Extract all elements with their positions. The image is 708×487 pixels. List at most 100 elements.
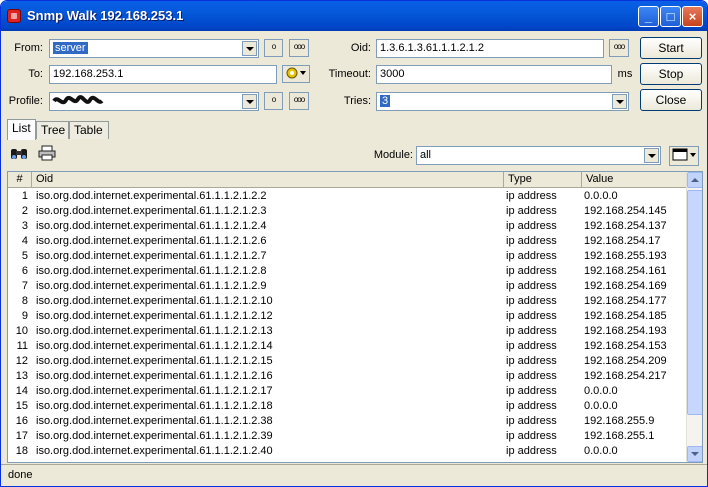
row-value: 192.168.254.169 <box>584 280 667 292</box>
row-type: ip address <box>506 235 557 247</box>
row-type: ip address <box>506 415 557 427</box>
columns-icon <box>672 148 696 161</box>
tab-tree[interactable]: Tree <box>36 121 69 139</box>
col-header-oid[interactable]: Oid <box>32 172 504 188</box>
close-window-button[interactable]: × <box>682 6 703 27</box>
row-value: 192.168.255.193 <box>584 250 667 262</box>
to-input[interactable]: 192.168.253.1 <box>49 65 277 84</box>
maximize-button[interactable]: □ <box>660 6 681 27</box>
table-row[interactable]: 7 iso.org.dod.internet.experimental.61.1.… <box>8 279 688 294</box>
row-index: 3 <box>21 220 28 232</box>
title-bar[interactable]: Snmp Walk 192.168.253.1 _ □ × <box>1 1 707 31</box>
table-row[interactable]: 10 iso.org.dod.internet.experimental.61.1… <box>8 324 688 339</box>
row-value: 0.0.0.0 <box>584 445 618 457</box>
row-index: 7 <box>21 280 28 292</box>
chevron-down-icon[interactable] <box>644 148 659 163</box>
row-oid: iso.org.dod.internet.experimental.61.1.1… <box>36 220 267 232</box>
row-index: 18 <box>15 445 28 457</box>
from-browse-button[interactable]: ooo <box>289 39 309 57</box>
row-value: 192.168.254.209 <box>584 355 667 367</box>
tries-label: Tries: <box>343 95 371 107</box>
row-oid: iso.org.dod.internet.experimental.61.1.1… <box>36 340 273 352</box>
col-header-type[interactable]: Type <box>504 172 582 188</box>
chevron-down-icon[interactable] <box>242 41 257 56</box>
table-row[interactable]: 2 iso.org.dod.internet.experimental.61.1.… <box>8 204 688 219</box>
row-value: 192.168.255.1 <box>584 430 655 442</box>
col-header-value[interactable]: Value <box>582 172 688 188</box>
row-value: 192.168.254.145 <box>584 205 667 217</box>
chevron-down-icon[interactable] <box>612 94 627 109</box>
row-index: 6 <box>21 265 28 277</box>
oid-input[interactable]: 1.3.6.1.3.61.1.1.2.1.2 <box>376 39 604 58</box>
start-button[interactable]: Start <box>640 37 702 59</box>
results-table[interactable]: # Oid Type Value 1 iso.org.dod.internet.e… <box>7 171 703 463</box>
minimize-button[interactable]: _ <box>638 6 659 27</box>
row-value: 192.168.254.217 <box>584 370 667 382</box>
table-row[interactable]: 4 iso.org.dod.internet.experimental.61.1.… <box>8 234 688 249</box>
table-row[interactable]: 1 iso.org.dod.internet.experimental.61.1.… <box>8 189 688 204</box>
table-row[interactable]: 16 iso.org.dod.internet.experimental.61.1… <box>8 414 688 429</box>
module-label: Module: <box>373 149 413 161</box>
print-icon[interactable] <box>37 145 57 165</box>
table-row[interactable]: 14 iso.org.dod.internet.experimental.61.1… <box>8 384 688 399</box>
stop-button[interactable]: Stop <box>640 63 702 85</box>
col-header-index[interactable]: # <box>8 172 32 188</box>
timeout-label: Timeout: <box>328 68 371 80</box>
row-oid: iso.org.dod.internet.experimental.61.1.1… <box>36 235 267 247</box>
row-oid: iso.org.dod.internet.experimental.61.1.1… <box>36 385 273 397</box>
row-oid: iso.org.dod.internet.experimental.61.1.1… <box>36 370 273 382</box>
row-type: ip address <box>506 355 557 367</box>
module-dropdown[interactable]: all <box>416 146 661 165</box>
table-row[interactable]: 18 iso.org.dod.internet.experimental.61.1… <box>8 444 688 459</box>
scroll-up-arrow[interactable] <box>687 172 702 188</box>
vertical-scrollbar[interactable] <box>686 172 702 462</box>
status-bar: done <box>1 464 707 486</box>
oid-browse-button[interactable]: ooo <box>609 39 629 57</box>
tab-table[interactable]: Table <box>69 121 109 139</box>
profile-small-button[interactable]: o <box>264 92 283 110</box>
table-row[interactable]: 3 iso.org.dod.internet.experimental.61.1.… <box>8 219 688 234</box>
row-type: ip address <box>506 205 557 217</box>
oid-label: Oid: <box>350 42 371 54</box>
row-oid: iso.org.dod.internet.experimental.61.1.1… <box>36 250 267 262</box>
profile-dropdown[interactable] <box>49 92 259 111</box>
profile-browse-button[interactable]: ooo <box>289 92 309 110</box>
row-value: 0.0.0.0 <box>584 385 618 397</box>
row-oid: iso.org.dod.internet.experimental.61.1.1… <box>36 400 273 412</box>
scroll-thumb[interactable] <box>687 190 702 415</box>
table-row[interactable]: 17 iso.org.dod.internet.experimental.61.1… <box>8 429 688 444</box>
status-text: done <box>8 469 33 481</box>
table-row[interactable]: 6 iso.org.dod.internet.experimental.61.1.… <box>8 264 688 279</box>
row-type: ip address <box>506 310 557 322</box>
from-small-button[interactable]: o <box>264 39 283 57</box>
row-type: ip address <box>506 325 557 337</box>
timeout-input[interactable]: 3000 <box>376 65 612 84</box>
row-value: 192.168.254.177 <box>584 295 667 307</box>
from-value: server <box>53 42 88 54</box>
table-row[interactable]: 13 iso.org.dod.internet.experimental.61.1… <box>8 369 688 384</box>
tries-dropdown[interactable]: 3 <box>376 92 629 111</box>
from-dropdown[interactable]: server <box>49 39 259 58</box>
row-type: ip address <box>506 445 557 457</box>
scroll-down-arrow[interactable] <box>687 446 702 462</box>
row-value: 192.168.254.161 <box>584 265 667 277</box>
columns-menu-button[interactable] <box>669 146 699 166</box>
table-row[interactable]: 8 iso.org.dod.internet.experimental.61.1.… <box>8 294 688 309</box>
close-button[interactable]: Close <box>640 89 702 111</box>
row-oid: iso.org.dod.internet.experimental.61.1.1… <box>36 280 267 292</box>
row-oid: iso.org.dod.internet.experimental.61.1.1… <box>36 325 273 337</box>
row-type: ip address <box>506 370 557 382</box>
toolbar: Module: all <box>7 141 703 171</box>
table-row[interactable]: 12 iso.org.dod.internet.experimental.61.1… <box>8 354 688 369</box>
chevron-down-icon[interactable] <box>242 94 257 109</box>
table-row[interactable]: 15 iso.org.dod.internet.experimental.61.1… <box>8 399 688 414</box>
table-row[interactable]: 5 iso.org.dod.internet.experimental.61.1.… <box>8 249 688 264</box>
row-value: 192.168.255.9 <box>584 415 655 427</box>
row-type: ip address <box>506 385 557 397</box>
table-row[interactable]: 11 iso.org.dod.internet.experimental.61.1… <box>8 339 688 354</box>
binoculars-icon[interactable] <box>9 145 29 165</box>
settings-dropdown-button[interactable] <box>282 65 310 83</box>
tries-value: 3 <box>380 95 391 107</box>
tab-list[interactable]: List <box>7 119 36 140</box>
table-row[interactable]: 9 iso.org.dod.internet.experimental.61.1.… <box>8 309 688 324</box>
